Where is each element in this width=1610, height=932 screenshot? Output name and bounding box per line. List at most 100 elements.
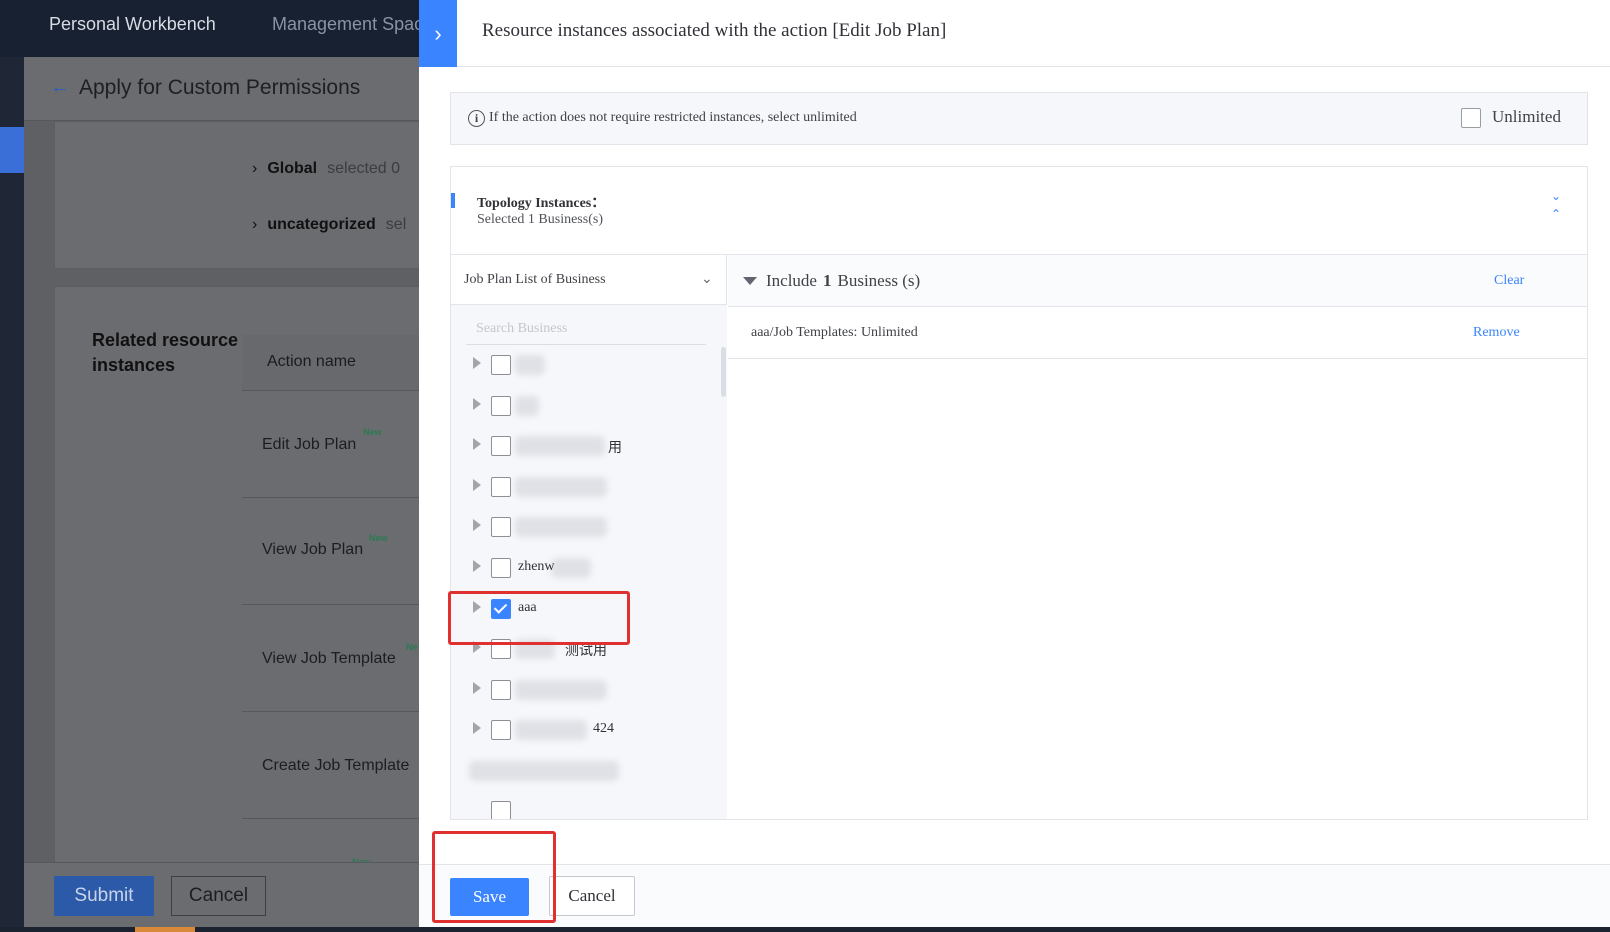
tree-item-label: aaa: [518, 600, 537, 615]
related-resources-title: Related resource instances: [92, 330, 239, 375]
tree-item-label: 用: [608, 441, 622, 456]
drawer-title: Resource instances associated with the a…: [482, 20, 947, 41]
info-icon: i: [468, 110, 485, 127]
topology-header: Topology Instances： Selected 1 Business(…: [451, 167, 1587, 255]
business-list-select[interactable]: Job Plan List of Business ⌄: [451, 255, 727, 305]
tree-item[interactable]: [451, 507, 721, 547]
action-name: View Job Template: [262, 650, 396, 667]
include-prefix: Include: [766, 271, 817, 290]
tree-item-checkbox[interactable]: [491, 720, 511, 740]
topology-selected-count: Selected 1 Business(s): [477, 212, 603, 227]
unlimited-info-bar: i If the action does not require restric…: [450, 92, 1588, 145]
unlimited-checkbox[interactable]: [1461, 108, 1481, 128]
tree-item-checkbox[interactable]: [491, 477, 511, 497]
new-badge: New: [369, 533, 388, 543]
action-name: Edit Job Plan: [262, 436, 357, 453]
new-badge: New: [363, 427, 382, 437]
remove-link[interactable]: Remove: [1473, 325, 1520, 341]
group-name: uncategorized: [267, 216, 376, 233]
nav-personal-workbench[interactable]: Personal Workbench: [49, 14, 216, 35]
expand-caret-icon[interactable]: [473, 398, 481, 410]
chevron-right-icon[interactable]: ›: [419, 0, 457, 67]
info-text: If the action does not require restricte…: [489, 110, 857, 125]
expand-caret-icon[interactable]: [473, 560, 481, 572]
expand-caret-icon[interactable]: [473, 601, 481, 613]
resource-instance-drawer: › Resource instances associated with the…: [419, 0, 1610, 927]
tree-item-checkbox[interactable]: [491, 436, 511, 456]
tree-item-checkbox[interactable]: [491, 355, 511, 375]
expand-caret-icon[interactable]: [473, 641, 481, 653]
tree-item[interactable]: [451, 467, 721, 507]
chevron-right-icon: ›: [252, 216, 258, 233]
tree-item[interactable]: [451, 386, 721, 426]
included-header[interactable]: Include 1 Business (s) Clear: [728, 255, 1587, 307]
save-button[interactable]: Save: [450, 878, 529, 916]
tree-item[interactable]: 测试用: [451, 629, 721, 669]
search-box[interactable]: [466, 315, 706, 345]
tree-item[interactable]: [451, 791, 721, 819]
page-title: Apply for Custom Permissions: [79, 76, 361, 99]
expand-caret-icon[interactable]: [473, 682, 481, 694]
tree-item-label: 424: [593, 721, 614, 736]
included-item-text: aaa/Job Templates: Unlimited: [751, 325, 918, 340]
table-row[interactable]: View Job Template Ne: [242, 605, 424, 712]
table-row[interactable]: View Job Plan New: [242, 498, 424, 605]
expand-caret-icon[interactable]: [473, 479, 481, 491]
chevron-right-icon: ›: [252, 160, 258, 177]
drawer-header: Resource instances associated with the a…: [457, 0, 1610, 67]
tree-item-checkbox[interactable]: [491, 558, 511, 578]
expand-caret-icon[interactable]: [473, 438, 481, 450]
tree-item[interactable]: [451, 751, 721, 791]
expand-caret-icon[interactable]: [473, 519, 481, 531]
tree-item-checkbox[interactable]: [491, 599, 511, 619]
group-global[interactable]: › Global selected 0: [252, 160, 400, 178]
action-name-header: Action name: [267, 353, 356, 370]
side-nav-active-item[interactable]: [0, 127, 24, 173]
tree-item-aaa[interactable]: aaa: [451, 589, 721, 629]
expand-caret-icon[interactable]: [473, 357, 481, 369]
back-arrow-icon[interactable]: ←: [50, 76, 70, 99]
tree-item-label: 测试用: [565, 644, 607, 659]
chevron-down-icon[interactable]: ⌄: [1551, 189, 1561, 203]
expand-caret-icon[interactable]: [473, 722, 481, 734]
tree-item-checkbox[interactable]: [491, 801, 511, 819]
nav-management-space[interactable]: Management Space: [272, 14, 433, 35]
tree-item-label: zhenw: [518, 559, 555, 574]
tree-item[interactable]: 用: [451, 426, 721, 466]
scrollbar[interactable]: [721, 347, 726, 397]
tree-item[interactable]: zhenw: [451, 548, 721, 588]
included-instances-panel: Include 1 Business (s) Clear aaa/Job Templ…: [728, 255, 1587, 819]
permission-groups-card: [54, 121, 424, 269]
tree-item[interactable]: [451, 670, 721, 710]
group-uncategorized[interactable]: › uncategorized sel: [252, 216, 406, 234]
unlimited-label[interactable]: Unlimited: [1492, 107, 1561, 127]
table-row[interactable]: New: [242, 819, 424, 867]
table-row[interactable]: Edit Job Plan New: [242, 391, 424, 498]
page-cancel-button[interactable]: Cancel: [171, 876, 266, 916]
caret-down-icon[interactable]: [743, 277, 757, 285]
search-input[interactable]: [476, 321, 696, 337]
tree-item-checkbox[interactable]: [491, 680, 511, 700]
section-accent: [451, 193, 455, 208]
tree-item[interactable]: [451, 345, 721, 385]
included-item-row: aaa/Job Templates: Unlimited Remove: [728, 307, 1587, 359]
cancel-button[interactable]: Cancel: [549, 876, 635, 916]
table-row[interactable]: Create Job Template: [242, 712, 424, 819]
bottom-taskbar: [0, 927, 1610, 932]
tree-item-checkbox[interactable]: [491, 517, 511, 537]
tree-item-checkbox[interactable]: [491, 639, 511, 659]
tree-item[interactable]: 424: [451, 710, 721, 750]
table-header: Action name: [242, 335, 424, 391]
side-navigation: [0, 57, 24, 932]
business-list-panel: Job Plan List of Business ⌄ Search Busin…: [451, 255, 727, 819]
topology-instances-panel: Topology Instances： Selected 1 Business(…: [450, 166, 1588, 820]
submit-button[interactable]: Submit: [54, 876, 154, 916]
chevron-up-icon[interactable]: ⌃: [1551, 207, 1561, 221]
topology-title: Topology Instances：: [477, 196, 606, 211]
business-tree: 用 zhenw a: [451, 305, 727, 819]
tree-item-checkbox[interactable]: [491, 396, 511, 416]
include-suffix: Business (s): [837, 271, 921, 290]
action-name: View Job Plan: [262, 541, 364, 558]
clear-link[interactable]: Clear: [1494, 273, 1524, 289]
business-list-select-value: Job Plan List of Business: [464, 272, 606, 287]
